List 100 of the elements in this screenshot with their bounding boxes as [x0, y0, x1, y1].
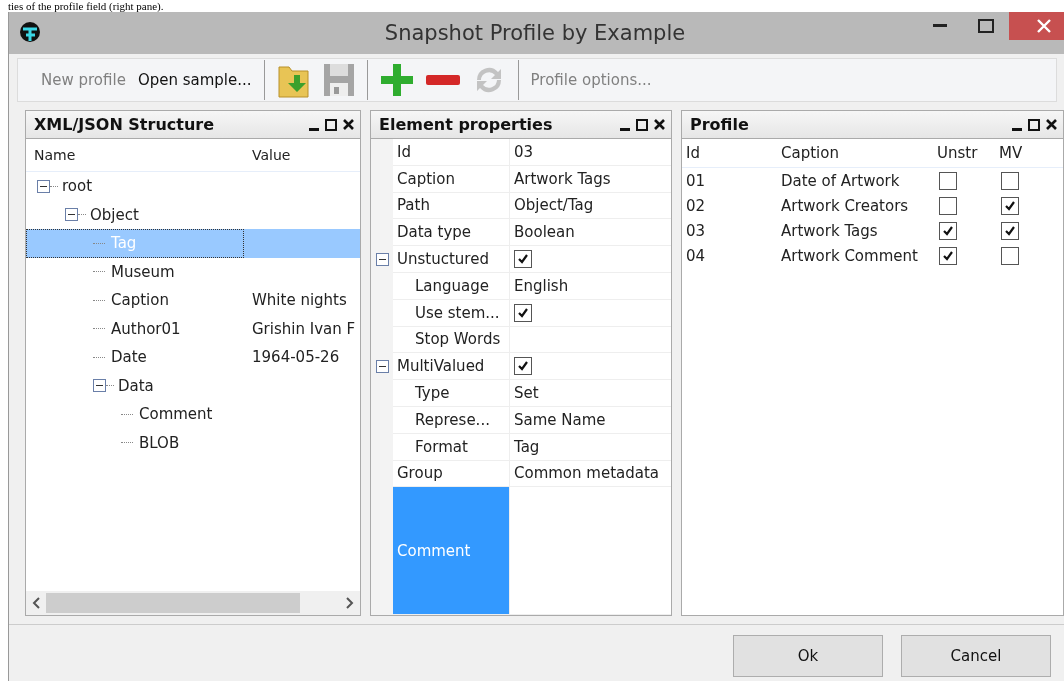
- panel-title: Profile: [690, 115, 750, 134]
- checkmark-icon: [517, 360, 529, 373]
- property-name[interactable]: Use stem...: [393, 299, 510, 327]
- checkbox[interactable]: [1001, 246, 1019, 265]
- property-value[interactable]: Tag: [514, 437, 540, 456]
- checkbox[interactable]: [939, 171, 957, 190]
- collapse-icon[interactable]: [375, 253, 389, 267]
- node-value: 1964-05-26: [251, 348, 340, 367]
- scroll-left-icon[interactable]: [32, 597, 40, 610]
- tree-row[interactable]: Date 1964-05-26: [26, 343, 360, 372]
- property-name[interactable]: Data type: [393, 219, 510, 247]
- panel-title: XML/JSON Structure: [34, 115, 216, 134]
- maximize-icon: [978, 19, 994, 33]
- checkmark-icon: [942, 249, 954, 262]
- table-cell-text: Date of Artwork: [780, 170, 901, 192]
- property-name[interactable]: Group: [393, 460, 510, 488]
- collapse-icon[interactable]: [375, 360, 389, 374]
- checkbox[interactable]: [514, 357, 532, 376]
- node-value: Grishin Ivan F: [251, 319, 356, 338]
- checkbox[interactable]: [1001, 221, 1019, 240]
- plus-icon: [378, 62, 415, 98]
- property-name[interactable]: Type: [393, 380, 510, 407]
- tree-row[interactable]: root: [26, 172, 360, 201]
- tree-row[interactable]: BLOB: [26, 428, 360, 457]
- node-name: Author01: [111, 319, 181, 338]
- checkbox[interactable]: [1001, 196, 1019, 215]
- node-name: Comment: [139, 405, 213, 424]
- dialog-button[interactable]: Ok: [733, 634, 883, 677]
- close-icon: [1037, 19, 1051, 33]
- table-cell-text: Artwork Tags: [780, 220, 879, 242]
- checkbox[interactable]: [1001, 171, 1019, 190]
- document-text: ties of the profile field (right pane).: [7, 0, 165, 12]
- maximize-icon[interactable]: [325, 118, 337, 131]
- checkbox[interactable]: [514, 303, 532, 322]
- property-name[interactable]: Unstuctured: [393, 246, 510, 273]
- maximize-icon[interactable]: [636, 118, 648, 131]
- checkbox[interactable]: [939, 221, 957, 240]
- scrollbar-thumb[interactable]: [46, 593, 300, 614]
- panel-title: Element properties: [379, 115, 554, 134]
- property-name[interactable]: MultiValued: [393, 353, 510, 381]
- checkmark-icon: [1004, 199, 1016, 212]
- property-name[interactable]: Language: [393, 273, 510, 300]
- column-header[interactable]: Caption: [777, 139, 933, 167]
- property-name[interactable]: Format: [393, 433, 510, 461]
- property-value[interactable]: Artwork Tags: [514, 169, 611, 188]
- table-cell-text: Artwork Creators: [780, 195, 910, 217]
- column-header[interactable]: Name: [26, 147, 244, 163]
- column-header[interactable]: Unstr: [933, 139, 995, 167]
- node-name: Museum: [111, 262, 175, 281]
- checkmark-icon: [1004, 224, 1016, 237]
- close-icon[interactable]: [654, 119, 665, 130]
- tree-row[interactable]: Caption White nights: [26, 286, 360, 315]
- collapse-icon[interactable]: [65, 208, 78, 222]
- collapse-icon[interactable]: [37, 179, 50, 193]
- node-name: Object: [90, 205, 139, 224]
- checkbox[interactable]: [939, 246, 957, 265]
- node-name: root: [62, 177, 93, 196]
- close-icon[interactable]: [343, 119, 354, 130]
- checkmark-icon: [942, 224, 954, 237]
- window-title: Snapshot Profile by Example: [383, 21, 687, 45]
- property-value[interactable]: English: [514, 276, 569, 295]
- minimize-icon: [933, 24, 947, 28]
- tree-row[interactable]: Museum: [26, 257, 360, 286]
- checkbox[interactable]: [939, 196, 957, 215]
- property-name[interactable]: Caption: [393, 165, 510, 193]
- toolbar-button[interactable]: Open sample...: [134, 67, 255, 93]
- tree-row[interactable]: Comment: [26, 400, 360, 429]
- property-value[interactable]: Set: [514, 384, 539, 403]
- column-header[interactable]: Id: [682, 139, 777, 167]
- table-cell-text: Artwork Comment: [780, 245, 919, 267]
- node-name: Caption: [111, 291, 169, 310]
- tree-row[interactable]: Object: [26, 200, 360, 229]
- column-header[interactable]: Value: [244, 147, 354, 163]
- dialog-button[interactable]: Cancel: [901, 634, 1051, 677]
- horizontal-scrollbar[interactable]: [26, 591, 360, 616]
- checkmark-icon: [517, 253, 529, 266]
- property-value[interactable]: Object/Tag: [514, 196, 594, 215]
- table-cell-text: 03: [685, 220, 707, 242]
- minus-icon: [424, 74, 461, 86]
- node-name: BLOB: [139, 433, 180, 452]
- table-cell-text: 02: [685, 195, 707, 217]
- scroll-right-icon[interactable]: [346, 597, 354, 610]
- close-button[interactable]: [1009, 12, 1064, 40]
- close-icon[interactable]: [1046, 119, 1057, 130]
- property-value[interactable]: Boolean: [514, 223, 575, 242]
- tree-row[interactable]: Author01 Grishin Ivan F: [26, 314, 360, 343]
- tree-row[interactable]: Data: [26, 371, 360, 400]
- property-value[interactable]: 03: [514, 142, 534, 161]
- property-value[interactable]: Common metadata: [514, 464, 660, 483]
- node-value: White nights: [251, 291, 347, 310]
- property-name[interactable]: Represe...: [393, 406, 510, 434]
- checkbox[interactable]: [514, 250, 532, 269]
- property-value[interactable]: Same Name: [514, 410, 606, 429]
- collapse-icon[interactable]: [93, 379, 106, 393]
- property-name[interactable]: Stop Words: [393, 326, 510, 354]
- table-cell-text: 04: [685, 245, 707, 267]
- maximize-icon[interactable]: [1028, 118, 1040, 131]
- column-header[interactable]: MV: [995, 139, 1055, 167]
- property-name[interactable]: Path: [393, 192, 510, 220]
- property-name[interactable]: Id: [393, 139, 510, 166]
